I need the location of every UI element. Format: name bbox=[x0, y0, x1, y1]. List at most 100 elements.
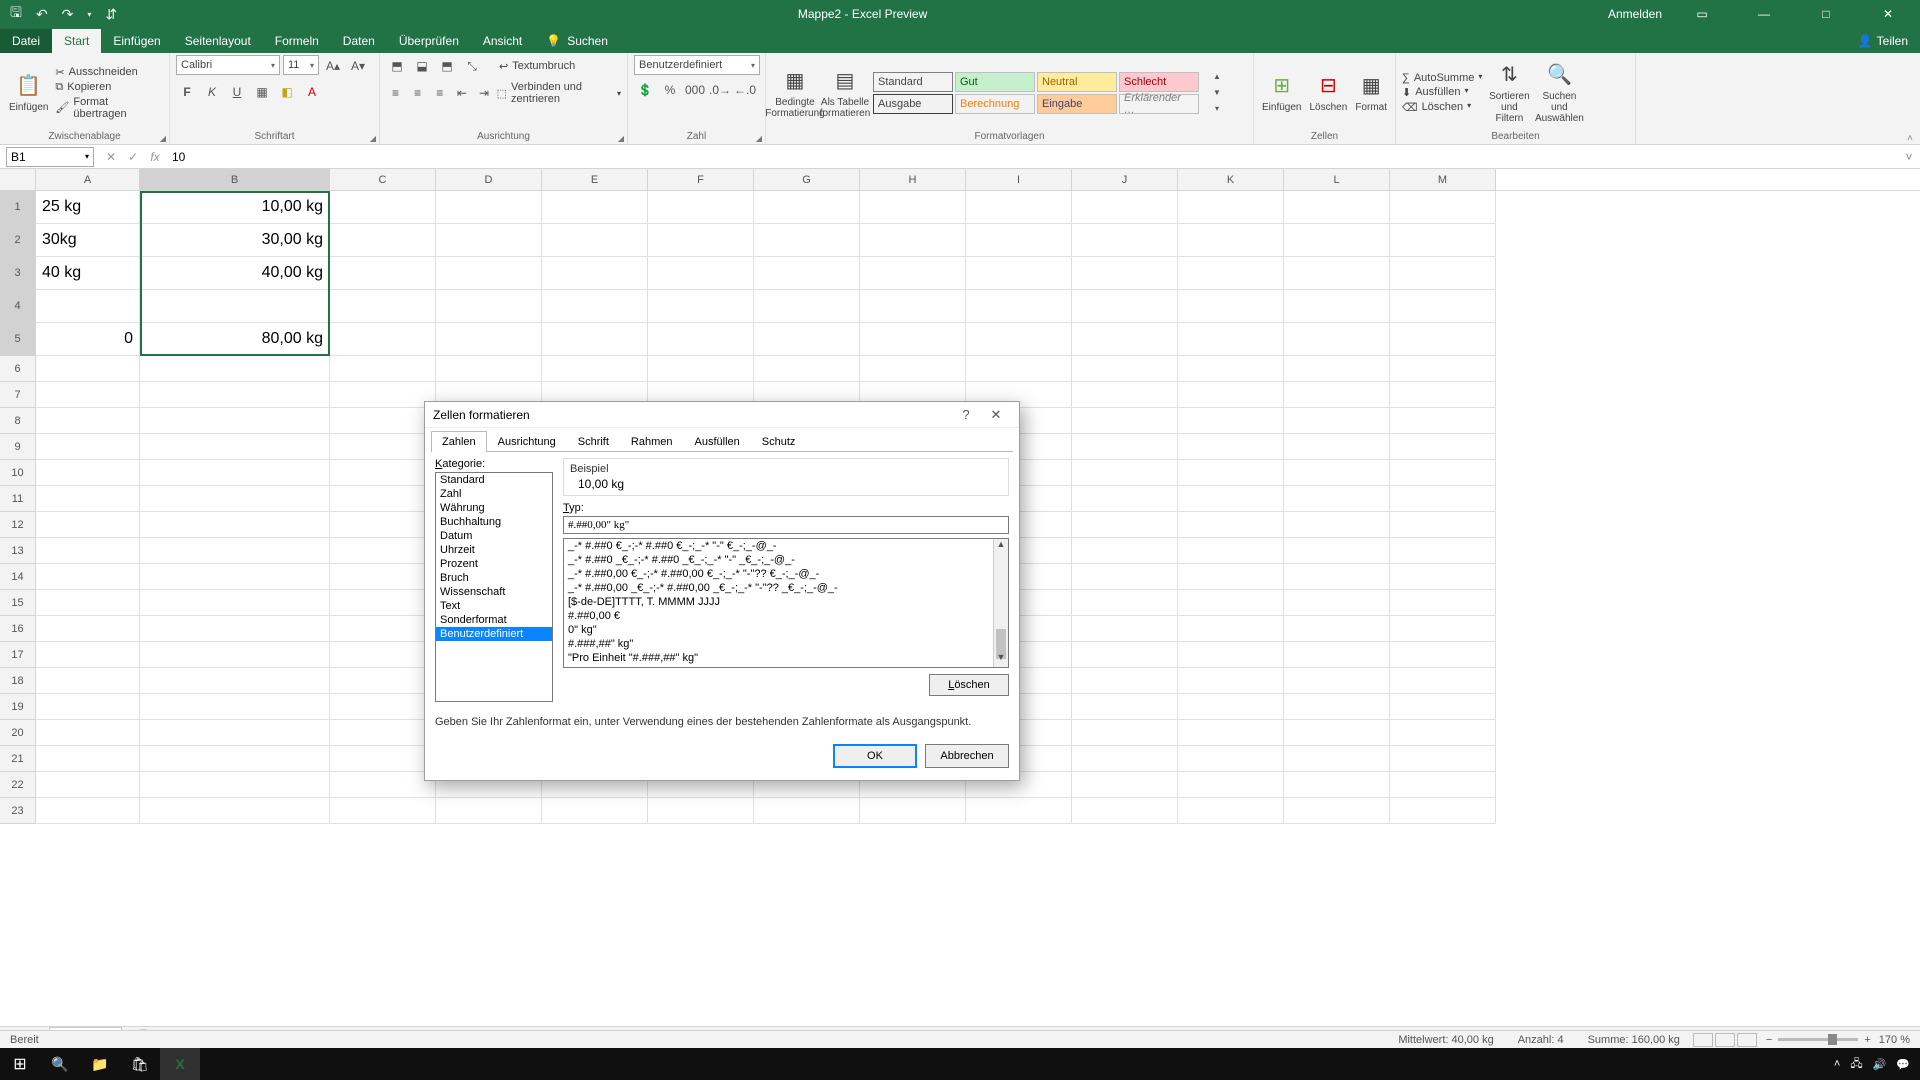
customize-qat-icon[interactable]: ▾ bbox=[87, 10, 91, 19]
cell-M16[interactable] bbox=[1390, 616, 1496, 642]
category-item[interactable]: Prozent bbox=[436, 557, 552, 571]
cell-B13[interactable] bbox=[140, 538, 330, 564]
cell-J1[interactable] bbox=[1072, 191, 1178, 224]
cell-J21[interactable] bbox=[1072, 746, 1178, 772]
category-item[interactable]: Benutzerdefiniert bbox=[436, 627, 552, 641]
tray-volume-icon[interactable]: 🔊 bbox=[1873, 1058, 1887, 1071]
format-list[interactable]: _-* #.##0 €_-;-* #.##0 €_-;_-* "-" €_-;_… bbox=[563, 538, 1009, 668]
row-header-15[interactable]: 15 bbox=[0, 590, 36, 616]
formula-input[interactable]: 10 bbox=[166, 150, 1898, 164]
cell-style-neutral[interactable]: Neutral bbox=[1037, 72, 1117, 92]
dialog-help-icon[interactable]: ? bbox=[951, 407, 981, 422]
cell-K6[interactable] bbox=[1178, 356, 1284, 382]
category-item[interactable]: Sonderformat bbox=[436, 613, 552, 627]
cell-D2[interactable] bbox=[436, 224, 542, 257]
maximize-icon[interactable]: □ bbox=[1804, 7, 1848, 21]
cell-I23[interactable] bbox=[966, 798, 1072, 824]
cell-A15[interactable] bbox=[36, 590, 140, 616]
cell-C20[interactable] bbox=[330, 720, 436, 746]
cell-B19[interactable] bbox=[140, 694, 330, 720]
cell-B16[interactable] bbox=[140, 616, 330, 642]
increase-decimal-icon[interactable]: .0→ bbox=[709, 79, 731, 101]
dialog-launcher-icon[interactable]: ◢ bbox=[160, 134, 166, 143]
cell-F4[interactable] bbox=[648, 290, 754, 323]
cell-H3[interactable] bbox=[860, 257, 966, 290]
redo-qat-icon[interactable]: ↷ bbox=[62, 6, 74, 23]
cell-J9[interactable] bbox=[1072, 434, 1178, 460]
dlg-tab-schutz[interactable]: Schutz bbox=[751, 431, 807, 452]
category-item[interactable]: Uhrzeit bbox=[436, 543, 552, 557]
view-normal-icon[interactable] bbox=[1693, 1033, 1713, 1047]
align-middle-icon[interactable]: ⬓ bbox=[411, 55, 433, 77]
cell-K10[interactable] bbox=[1178, 460, 1284, 486]
cell-G23[interactable] bbox=[754, 798, 860, 824]
cell-L2[interactable] bbox=[1284, 224, 1390, 257]
cell-A3[interactable]: 40 kg bbox=[36, 257, 140, 290]
zoom-in-icon[interactable]: + bbox=[1864, 1034, 1870, 1046]
row-header-3[interactable]: 3 bbox=[0, 257, 36, 290]
font-name-dropdown[interactable]: Calibri▾ bbox=[176, 55, 280, 75]
cell-I5[interactable] bbox=[966, 323, 1072, 356]
cell-L17[interactable] bbox=[1284, 642, 1390, 668]
taskbar-excel-icon[interactable]: X bbox=[160, 1048, 200, 1080]
cell-B15[interactable] bbox=[140, 590, 330, 616]
cell-K4[interactable] bbox=[1178, 290, 1284, 323]
cell-A1[interactable]: 25 kg bbox=[36, 191, 140, 224]
cell-K20[interactable] bbox=[1178, 720, 1284, 746]
cell-J18[interactable] bbox=[1072, 668, 1178, 694]
cell-style-gut[interactable]: Gut bbox=[955, 72, 1035, 92]
align-center-icon[interactable]: ≡ bbox=[408, 82, 427, 104]
cell-M7[interactable] bbox=[1390, 382, 1496, 408]
row-header-9[interactable]: 9 bbox=[0, 434, 36, 460]
taskbar-explorer-icon[interactable]: 📁 bbox=[80, 1048, 120, 1080]
cell-B3[interactable]: 40,00 kg bbox=[140, 257, 330, 290]
cell-L6[interactable] bbox=[1284, 356, 1390, 382]
cell-K1[interactable] bbox=[1178, 191, 1284, 224]
find-select-button[interactable]: 🔍Suchen und Auswählen bbox=[1536, 59, 1582, 126]
cell-J22[interactable] bbox=[1072, 772, 1178, 798]
borders-icon[interactable]: ▦ bbox=[251, 81, 273, 103]
row-header-18[interactable]: 18 bbox=[0, 668, 36, 694]
decrease-decimal-icon[interactable]: ←.0 bbox=[734, 79, 756, 101]
cell-M1[interactable] bbox=[1390, 191, 1496, 224]
cell-K23[interactable] bbox=[1178, 798, 1284, 824]
cell-A14[interactable] bbox=[36, 564, 140, 590]
cell-C11[interactable] bbox=[330, 486, 436, 512]
row-header-21[interactable]: 21 bbox=[0, 746, 36, 772]
wrap-text-button[interactable]: ↩Textumbruch bbox=[499, 60, 575, 73]
save-qat-icon[interactable]: 🖫 bbox=[10, 2, 22, 26]
cell-D1[interactable] bbox=[436, 191, 542, 224]
paste-button[interactable]: 📋Einfügen bbox=[6, 70, 51, 115]
cell-A4[interactable] bbox=[36, 290, 140, 323]
row-header-7[interactable]: 7 bbox=[0, 382, 36, 408]
row-header-22[interactable]: 22 bbox=[0, 772, 36, 798]
cell-B8[interactable] bbox=[140, 408, 330, 434]
category-item[interactable]: Standard bbox=[436, 473, 552, 487]
cell-C5[interactable] bbox=[330, 323, 436, 356]
row-header-10[interactable]: 10 bbox=[0, 460, 36, 486]
align-bottom-icon[interactable]: ⬒ bbox=[436, 55, 458, 77]
column-header-D[interactable]: D bbox=[436, 169, 542, 190]
cell-C12[interactable] bbox=[330, 512, 436, 538]
cancel-formula-icon[interactable]: ✕ bbox=[100, 150, 122, 164]
column-header-G[interactable]: G bbox=[754, 169, 860, 190]
cell-G6[interactable] bbox=[754, 356, 860, 382]
cell-G4[interactable] bbox=[754, 290, 860, 323]
cell-A23[interactable] bbox=[36, 798, 140, 824]
cell-E3[interactable] bbox=[542, 257, 648, 290]
cell-C10[interactable] bbox=[330, 460, 436, 486]
fx-icon[interactable]: fx bbox=[144, 150, 166, 164]
row-header-20[interactable]: 20 bbox=[0, 720, 36, 746]
cell-J20[interactable] bbox=[1072, 720, 1178, 746]
cell-C3[interactable] bbox=[330, 257, 436, 290]
grid[interactable]: ABCDEFGHIJKLM 125 kg10,00 kg230kg30,00 k… bbox=[0, 169, 1920, 1029]
row-header-16[interactable]: 16 bbox=[0, 616, 36, 642]
cell-J3[interactable] bbox=[1072, 257, 1178, 290]
tab-view[interactable]: Ansicht bbox=[471, 29, 534, 53]
cell-L9[interactable] bbox=[1284, 434, 1390, 460]
cell-K2[interactable] bbox=[1178, 224, 1284, 257]
cell-D4[interactable] bbox=[436, 290, 542, 323]
tab-home[interactable]: Start bbox=[52, 29, 101, 53]
format-item[interactable]: 0.000,00" kg" bbox=[564, 665, 993, 667]
category-item[interactable]: Buchhaltung bbox=[436, 515, 552, 529]
